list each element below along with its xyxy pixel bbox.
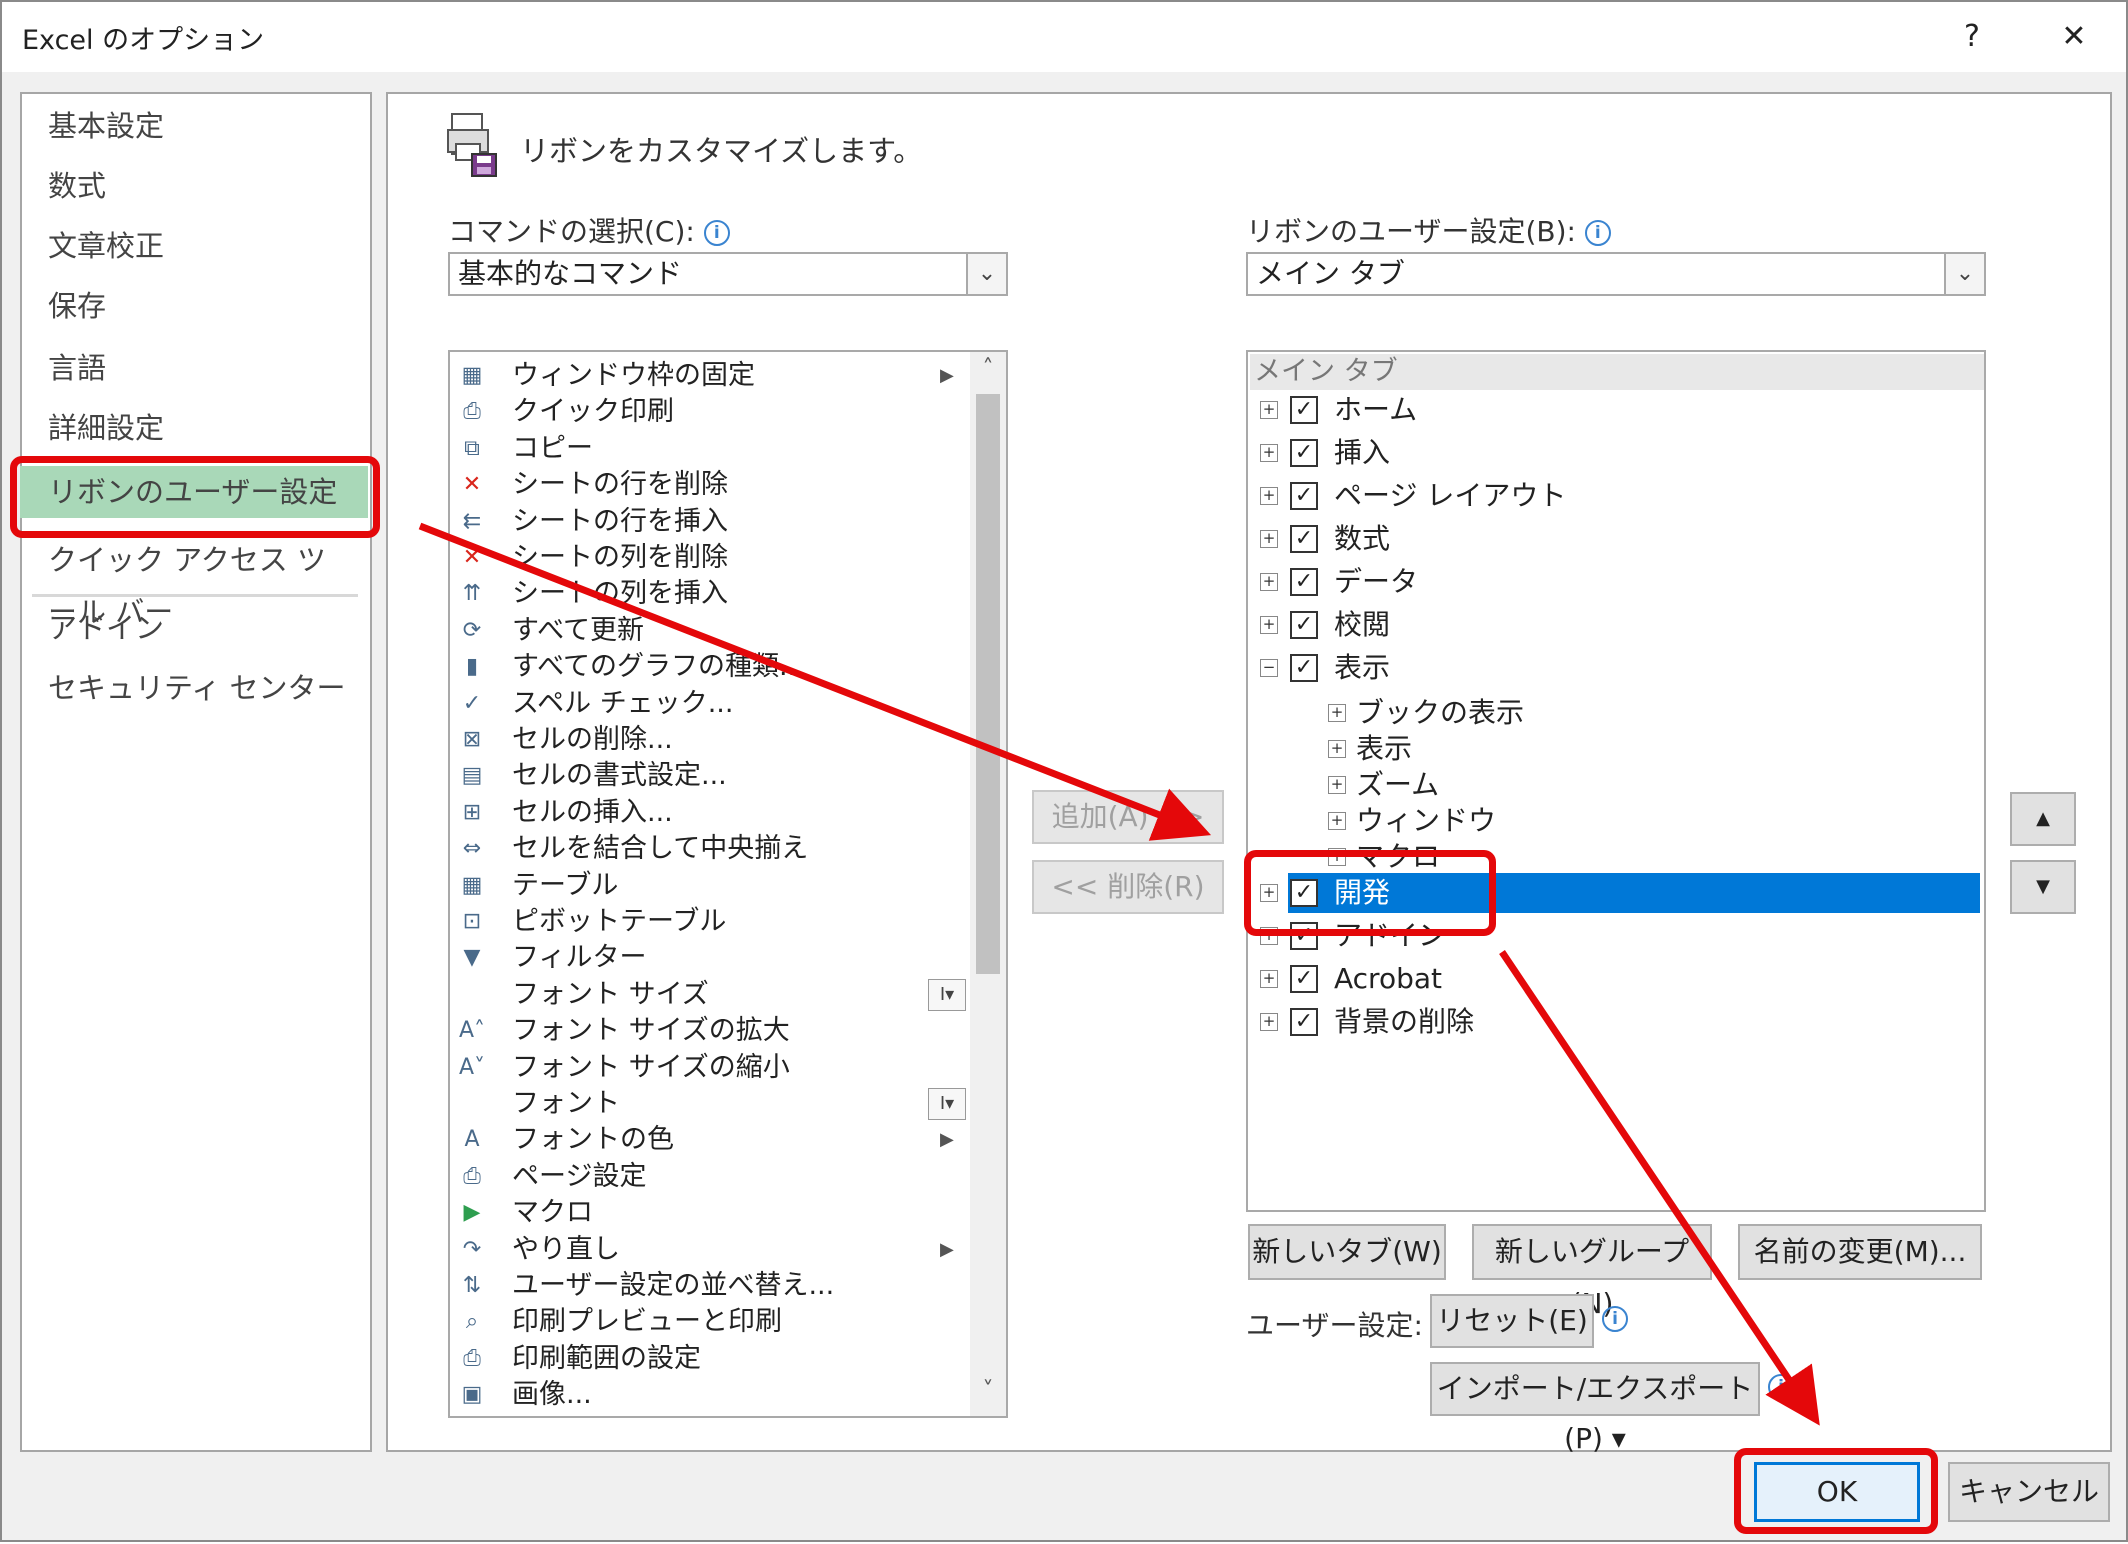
arrow-to-developer <box>418 522 1212 841</box>
excel-options-dialog: Excel のオプション ? ✕ 基本設定 数式 文章校正 保存 言語 詳細設定 リボンのユ… <box>0 0 2128 1542</box>
annotation-arrows <box>418 522 1820 1426</box>
arrow-to-ok <box>1499 950 1820 1426</box>
